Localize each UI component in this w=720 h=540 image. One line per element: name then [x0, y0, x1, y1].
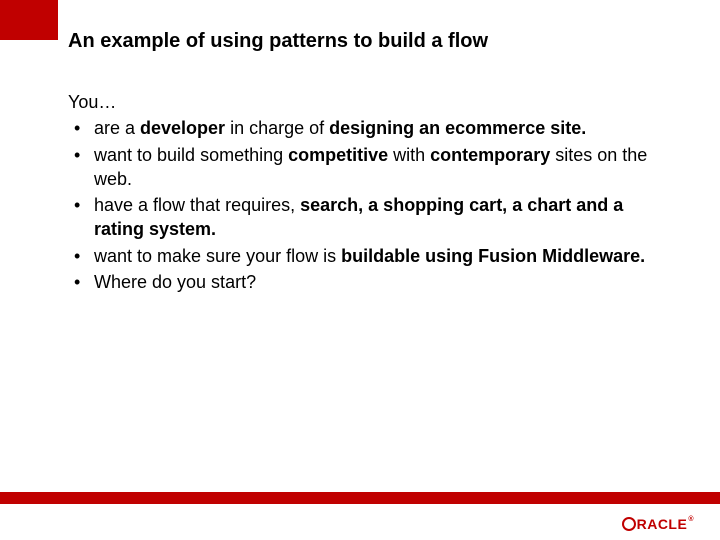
plain-text: have a flow that requires, — [94, 195, 300, 215]
plain-text: want to make sure your flow is — [94, 246, 341, 266]
footer-bar — [0, 492, 720, 504]
bold-text: buildable using Fusion Middleware. — [341, 246, 645, 266]
oracle-o-icon — [622, 517, 636, 531]
intro-text: You… — [68, 90, 668, 114]
bold-text: contemporary — [430, 145, 550, 165]
slide-title: An example of using patterns to build a … — [68, 30, 488, 53]
plain-text: Where do you start? — [94, 272, 256, 292]
slide-body: You… are a developer in charge of design… — [68, 90, 668, 296]
header-accent-block — [0, 0, 58, 40]
slide: An example of using patterns to build a … — [0, 0, 720, 540]
bullet-list: are a developer in charge of designing a… — [68, 116, 668, 294]
list-item: want to build something competitive with… — [68, 143, 668, 192]
plain-text: want to build something — [94, 145, 288, 165]
bold-text: developer — [140, 118, 225, 138]
plain-text: with — [388, 145, 430, 165]
list-item: Where do you start? — [68, 270, 668, 294]
bold-text: designing an ecommerce site. — [329, 118, 586, 138]
plain-text: in charge of — [225, 118, 329, 138]
oracle-logo-text: RACLE® — [637, 516, 694, 532]
bold-text: competitive — [288, 145, 388, 165]
plain-text: are a — [94, 118, 140, 138]
list-item: are a developer in charge of designing a… — [68, 116, 668, 140]
list-item: want to make sure your flow is buildable… — [68, 244, 668, 268]
oracle-logo: RACLE® — [622, 516, 694, 532]
list-item: have a flow that requires, search, a sho… — [68, 193, 668, 242]
